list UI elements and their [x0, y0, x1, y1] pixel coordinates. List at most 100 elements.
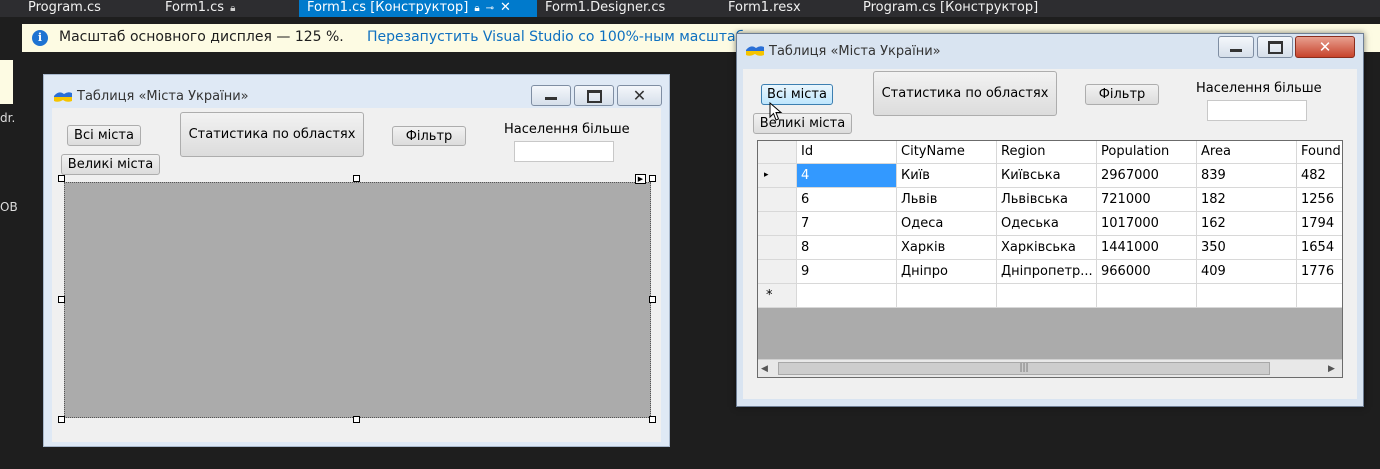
tab-program-cs[interactable]: Program.cs	[20, 0, 160, 17]
row-header[interactable]	[758, 260, 797, 284]
pin-icon[interactable]: ⊸	[486, 3, 494, 14]
big-cities-button[interactable]: Великі міста	[753, 113, 852, 134]
table-cell[interactable]: Київ	[897, 164, 997, 188]
column-header[interactable]: CityName	[897, 141, 997, 164]
resize-handle[interactable]	[58, 416, 65, 423]
resize-handle[interactable]	[353, 175, 360, 182]
running-form-window[interactable]: Таблиця «Міста України» ✕ Всі міста Стат…	[736, 33, 1364, 407]
scroll-left-icon[interactable]: ◀	[761, 364, 768, 374]
table-cell[interactable]: Одеська	[997, 212, 1097, 236]
new-row-cell[interactable]	[1297, 284, 1342, 308]
maximize-button[interactable]	[1257, 36, 1293, 58]
new-row-cell[interactable]	[797, 284, 897, 308]
table-cell[interactable]: 6	[797, 188, 897, 212]
tab-form1-resx[interactable]: Form1.resx	[720, 0, 860, 17]
table-cell[interactable]: 350	[1197, 236, 1297, 260]
resize-handle[interactable]	[649, 296, 656, 303]
column-header[interactable]: Area	[1197, 141, 1297, 164]
minimize-button[interactable]	[1218, 36, 1254, 58]
close-tab-icon[interactable]: ✕	[500, 0, 511, 15]
table-cell[interactable]: 1776	[1297, 260, 1342, 284]
table-cell[interactable]: 409	[1197, 260, 1297, 284]
new-row-header[interactable]: *	[758, 284, 797, 308]
population-input[interactable]	[1207, 100, 1307, 121]
big-cities-button[interactable]: Великі міста	[61, 154, 160, 175]
new-row-cell[interactable]	[1197, 284, 1297, 308]
table-cell[interactable]: 182	[1197, 188, 1297, 212]
table-cell[interactable]: Київська	[997, 164, 1097, 188]
tab-form1-designer-view[interactable]: Form1.cs [Конструктор] 🔒︎ ⊸ ✕	[299, 0, 537, 17]
table-cell[interactable]: 1017000	[1097, 212, 1197, 236]
table-cell[interactable]: 1654	[1297, 236, 1342, 260]
tab-form1-designer-cs[interactable]: Form1.Designer.cs	[537, 0, 717, 17]
cities-datagrid[interactable]: Id CityName Region Population Area Found ▸ 4 Киї…	[757, 140, 1343, 378]
horizontal-scrollbar[interactable]: ◀ ||| ▶	[758, 359, 1342, 377]
lock-icon: 🔒︎	[474, 3, 480, 14]
resize-handle[interactable]	[58, 175, 65, 182]
table-cell[interactable]: 966000	[1097, 260, 1197, 284]
info-icon: i	[32, 30, 48, 46]
column-header[interactable]: Population	[1097, 141, 1197, 164]
tab-program-designer[interactable]: Program.cs [Конструктор]	[855, 0, 1085, 17]
row-header[interactable]	[758, 212, 797, 236]
population-input[interactable]	[514, 141, 614, 162]
filter-button[interactable]: Фільтр	[1085, 84, 1159, 105]
column-header[interactable]: Region	[997, 141, 1097, 164]
ukraine-flag-icon	[746, 46, 764, 56]
restart-link[interactable]: Перезапустить Visual Studio со 100%-ным …	[367, 29, 779, 45]
maximize-button[interactable]	[574, 85, 614, 106]
scroll-right-icon[interactable]: ▶	[1328, 364, 1335, 374]
all-cities-button[interactable]: Всі міста	[67, 125, 141, 146]
table-cell[interactable]: 721000	[1097, 188, 1197, 212]
table-cell[interactable]: Харків	[897, 236, 997, 260]
row-header[interactable]	[758, 188, 797, 212]
row-header[interactable]	[758, 236, 797, 260]
close-icon: ✕	[632, 86, 647, 105]
table-cell[interactable]: Харківська	[997, 236, 1097, 260]
table-cell[interactable]: 1794	[1297, 212, 1342, 236]
table-cell[interactable]: 4	[797, 164, 897, 188]
close-button[interactable]: ✕	[617, 85, 662, 106]
column-header[interactable]: Found	[1297, 141, 1342, 164]
stats-by-region-button[interactable]: Статистика по областях	[180, 112, 364, 157]
table-cell[interactable]: 162	[1197, 212, 1297, 236]
table-cell[interactable]: 482	[1297, 164, 1342, 188]
table-cell[interactable]: 1256	[1297, 188, 1342, 212]
lock-icon: 🔒︎	[230, 3, 236, 14]
resize-handle[interactable]	[58, 296, 65, 303]
designer-form[interactable]: Таблиця «Міста України» ✕ Всі міста Стат…	[43, 74, 670, 447]
edge-text: dr.	[0, 111, 16, 125]
table-cell[interactable]: Одеса	[897, 212, 997, 236]
datagridview-design[interactable]	[64, 182, 651, 418]
smart-tag-icon[interactable]: ▶	[635, 174, 646, 184]
resize-handle[interactable]	[649, 175, 656, 182]
table-cell[interactable]: Дніпропетр...	[997, 260, 1097, 284]
maximize-icon	[586, 90, 602, 103]
table-cell[interactable]: 9	[797, 260, 897, 284]
row-header[interactable]: ▸	[758, 164, 797, 188]
close-button[interactable]: ✕	[1295, 36, 1355, 58]
minimize-icon	[1230, 49, 1242, 52]
column-header[interactable]: Id	[797, 141, 897, 164]
stats-by-region-button[interactable]: Статистика по областях	[873, 71, 1057, 116]
minimize-button[interactable]	[531, 85, 571, 106]
table-cell[interactable]: Дніпро	[897, 260, 997, 284]
resize-handle[interactable]	[649, 416, 656, 423]
filter-button[interactable]: Фільтр	[392, 126, 466, 146]
table-cell[interactable]: Львів	[897, 188, 997, 212]
table-cell[interactable]: 2967000	[1097, 164, 1197, 188]
new-row-cell[interactable]	[897, 284, 997, 308]
table-cell[interactable]: 839	[1197, 164, 1297, 188]
document-tab-strip: Program.cs Form1.cs 🔒︎ Form1.cs [Конструк…	[0, 0, 1380, 17]
ukraine-flag-icon	[54, 92, 72, 102]
new-row-cell[interactable]	[997, 284, 1097, 308]
table-cell[interactable]: Львівська	[997, 188, 1097, 212]
scroll-thumb[interactable]: |||	[778, 362, 1270, 375]
grid-corner-header[interactable]	[758, 141, 797, 164]
table-cell[interactable]: 8	[797, 236, 897, 260]
table-cell[interactable]: 1441000	[1097, 236, 1197, 260]
resize-handle[interactable]	[353, 416, 360, 423]
tab-form1-cs[interactable]: Form1.cs 🔒︎	[157, 0, 297, 17]
new-row-cell[interactable]	[1097, 284, 1197, 308]
table-cell[interactable]: 7	[797, 212, 897, 236]
